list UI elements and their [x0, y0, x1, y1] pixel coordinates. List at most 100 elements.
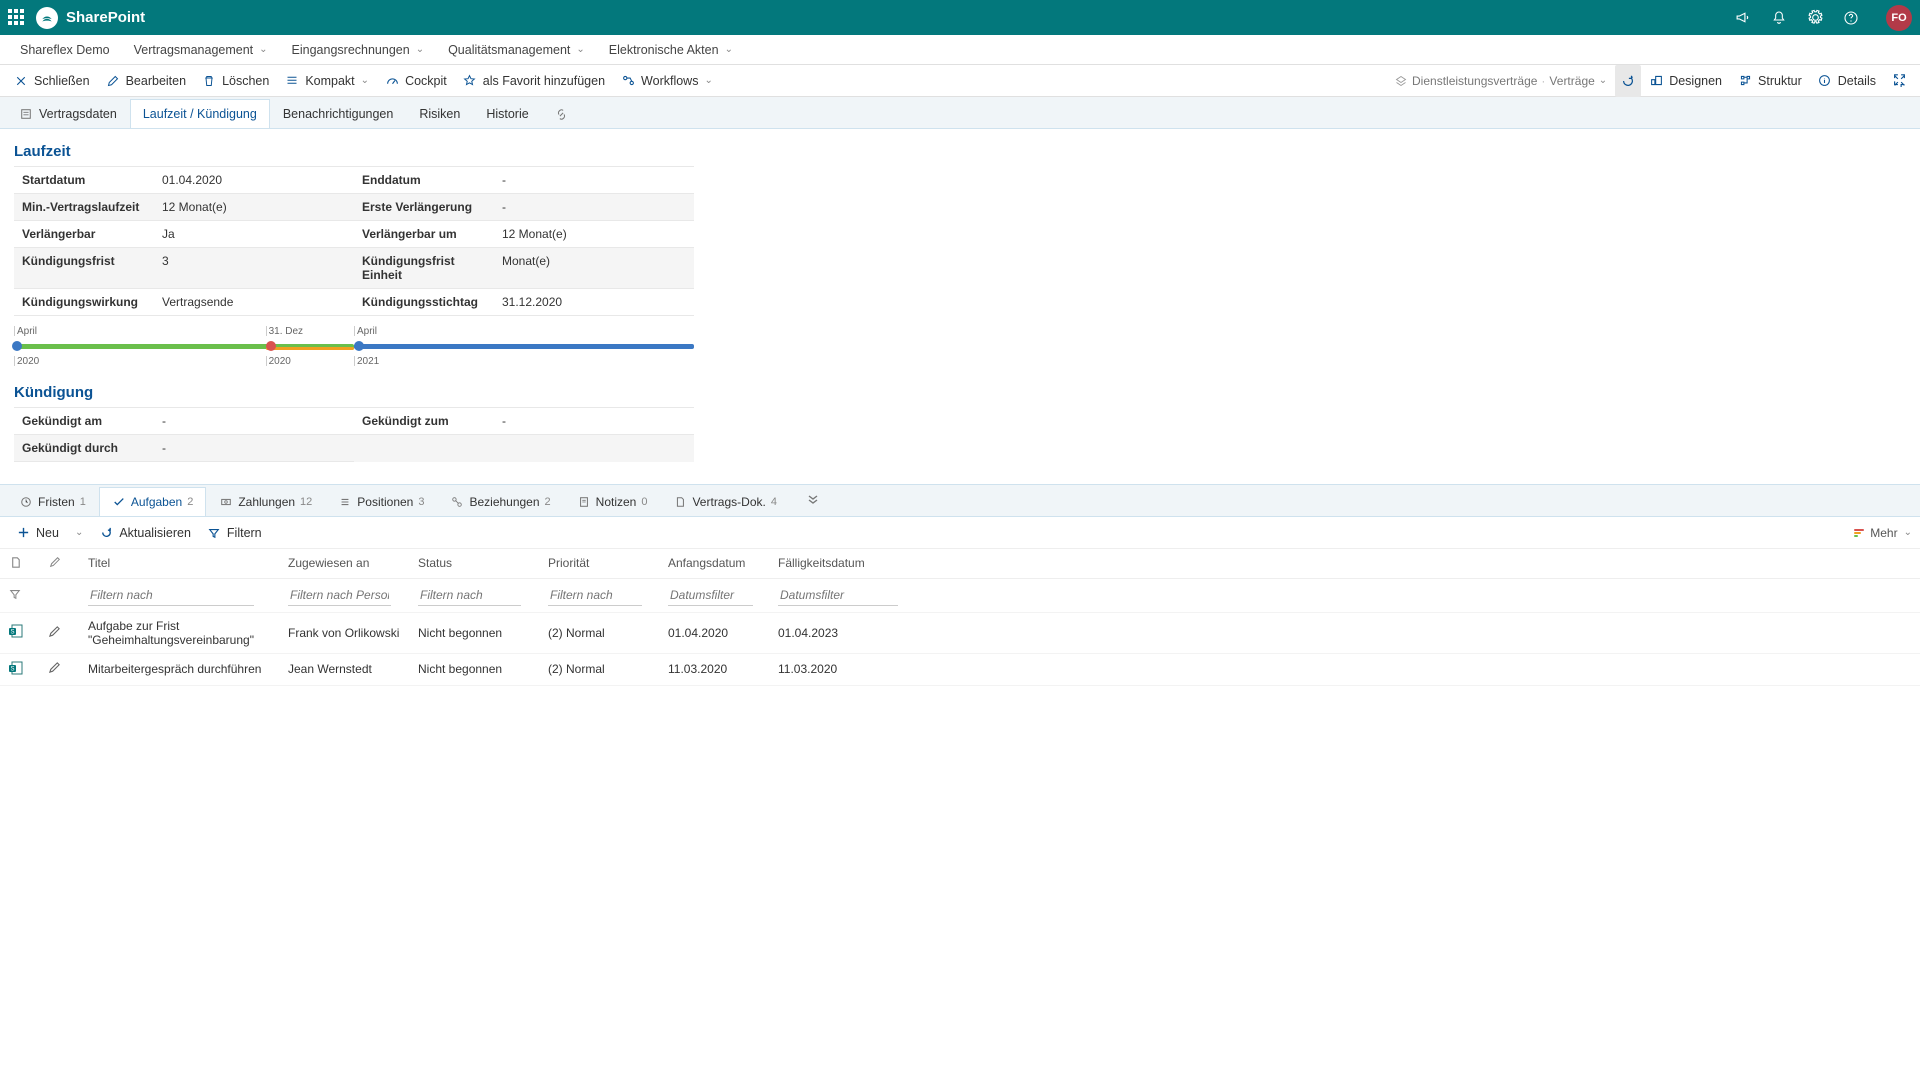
structure-button[interactable]: Struktur	[1730, 65, 1810, 97]
label: Cockpit	[405, 74, 447, 88]
help-icon[interactable]	[1842, 9, 1860, 27]
filter-due[interactable]	[778, 585, 898, 606]
cell-prio: (2) Normal	[540, 612, 660, 653]
cell-assigned: Frank von Orlikowski	[280, 612, 410, 653]
label: Struktur	[1758, 74, 1802, 88]
workflow-icon	[621, 74, 635, 88]
check-icon	[112, 495, 126, 509]
new-dropdown[interactable]: ⌄	[67, 527, 91, 538]
filter-row-icon[interactable]	[8, 587, 22, 601]
filter-person[interactable]	[288, 585, 391, 606]
filter-prio[interactable]	[548, 585, 642, 606]
timeline-dot-red	[266, 341, 276, 351]
gear-icon[interactable]	[1806, 9, 1824, 27]
tab-fristen[interactable]: Fristen1	[6, 487, 99, 516]
filter-titel[interactable]	[88, 585, 254, 606]
grid-toolbar: Neu ⌄ Aktualisieren Filtern Mehr⌄	[0, 517, 1920, 549]
tab-label: Positionen	[357, 495, 413, 509]
expand-icon	[1892, 74, 1906, 88]
close-button[interactable]: Schließen	[6, 65, 98, 97]
money-icon	[219, 495, 233, 509]
edit-row-icon[interactable]	[48, 661, 62, 675]
timeline-label: 2020	[14, 356, 39, 366]
cell-due: 11.03.2020	[770, 653, 1920, 685]
context-breadcrumb[interactable]: Dienstleistungsverträge·Verträge⌄	[1386, 74, 1615, 88]
megaphone-icon[interactable]	[1734, 9, 1752, 27]
tab-count: 2	[545, 496, 551, 508]
chevron-down-icon: ⌄	[416, 44, 424, 55]
nav-qualitaetsmanagement[interactable]: Qualitätsmanagement⌄	[438, 35, 595, 65]
nav-label: Shareflex Demo	[20, 43, 110, 57]
cell-title: Mitarbeitergespräch durchführen	[80, 653, 280, 685]
filter-start[interactable]	[668, 585, 753, 606]
cell-due: 01.04.2023	[770, 612, 1920, 653]
timeline-segment-orange	[266, 347, 354, 350]
tab-zahlungen[interactable]: Zahlungen12	[206, 487, 325, 516]
tab-aufgaben[interactable]: Aufgaben2	[99, 487, 207, 516]
cell-title: Aufgabe zur Frist "Geheimhaltungsvereinb…	[80, 612, 280, 653]
more-button[interactable]: Mehr⌄	[1854, 526, 1912, 540]
timeline-dot	[12, 341, 22, 351]
site-nav: Shareflex Demo Vertragsmanagement⌄ Einga…	[0, 35, 1920, 65]
label: Schließen	[34, 74, 90, 88]
app-launcher-icon[interactable]	[8, 9, 26, 27]
design-button[interactable]: Designen	[1641, 65, 1730, 97]
tab-link[interactable]	[542, 99, 582, 128]
tab-label: Vertrags-Dok.	[692, 495, 765, 509]
tab-notizen[interactable]: Notizen0	[564, 487, 661, 516]
details-button[interactable]: Details	[1810, 65, 1884, 97]
tab-label: Benachrichtigungen	[283, 107, 394, 121]
link-icon	[555, 107, 569, 121]
col-start[interactable]: Anfangsdatum	[660, 549, 770, 578]
relation-icon	[450, 495, 464, 509]
col-zugewiesen[interactable]: Zugewiesen an	[280, 549, 410, 578]
avatar[interactable]: FO	[1886, 5, 1912, 31]
bell-icon[interactable]	[1770, 9, 1788, 27]
col-status[interactable]: Status	[410, 549, 540, 578]
table-row[interactable]: S Aufgabe zur Frist "Geheimhaltungsverei…	[0, 612, 1920, 653]
edit-button[interactable]: Bearbeiten	[98, 65, 194, 97]
chevron-down-icon: ⌄	[576, 44, 584, 55]
nav-elektronische-akten[interactable]: Elektronische Akten⌄	[599, 35, 743, 65]
label: Neu	[36, 526, 59, 540]
compact-button[interactable]: Kompakt⌄	[277, 65, 377, 97]
filter-status[interactable]	[418, 585, 521, 606]
tab-label: Fristen	[38, 495, 75, 509]
filter-button[interactable]: Filtern	[199, 526, 270, 540]
expand-down-button[interactable]	[796, 485, 830, 516]
favorite-button[interactable]: als Favorit hinzufügen	[455, 65, 613, 97]
table-row[interactable]: S Mitarbeitergespräch durchführen Jean W…	[0, 653, 1920, 685]
nav-shareflex-demo[interactable]: Shareflex Demo	[10, 35, 120, 65]
doc-icon	[673, 495, 687, 509]
workflows-button[interactable]: Workflows⌄	[613, 65, 721, 97]
expand-button[interactable]	[1884, 65, 1914, 97]
nav-eingangsrechnungen[interactable]: Eingangsrechnungen⌄	[282, 35, 435, 65]
tab-vertragsdaten[interactable]: Vertragsdaten	[6, 99, 130, 128]
logo-icon	[36, 7, 58, 29]
col-due[interactable]: Fälligkeitsdatum	[770, 549, 1920, 578]
label: Aktualisieren	[119, 526, 191, 540]
tab-benachrichtigungen[interactable]: Benachrichtigungen	[270, 99, 407, 128]
plus-icon	[16, 526, 30, 540]
col-titel[interactable]: Titel	[80, 549, 280, 578]
tab-historie[interactable]: Historie	[473, 99, 541, 128]
field-label: Erste Verlängerung	[354, 194, 494, 221]
col-prio[interactable]: Priorität	[540, 549, 660, 578]
edit-row-icon[interactable]	[48, 625, 62, 639]
cockpit-button[interactable]: Cockpit	[377, 65, 455, 97]
nav-vertragsmanagement[interactable]: Vertragsmanagement⌄	[124, 35, 278, 65]
clock-icon	[19, 495, 33, 509]
timeline-label: April	[14, 326, 37, 336]
tab-vertragsdok[interactable]: Vertrags-Dok.4	[660, 487, 789, 516]
list-icon	[338, 495, 352, 509]
label: als Favorit hinzufügen	[483, 74, 605, 88]
refresh-button[interactable]: Aktualisieren	[91, 526, 199, 540]
tab-positionen[interactable]: Positionen3	[325, 487, 437, 516]
delete-button[interactable]: Löschen	[194, 65, 277, 97]
new-button[interactable]: Neu	[8, 526, 67, 540]
refresh-button[interactable]	[1615, 65, 1641, 97]
tab-laufzeit[interactable]: Laufzeit / Kündigung	[130, 99, 270, 128]
tree-icon	[1738, 74, 1752, 88]
tab-beziehungen[interactable]: Beziehungen2	[437, 487, 563, 516]
tab-risiken[interactable]: Risiken	[406, 99, 473, 128]
